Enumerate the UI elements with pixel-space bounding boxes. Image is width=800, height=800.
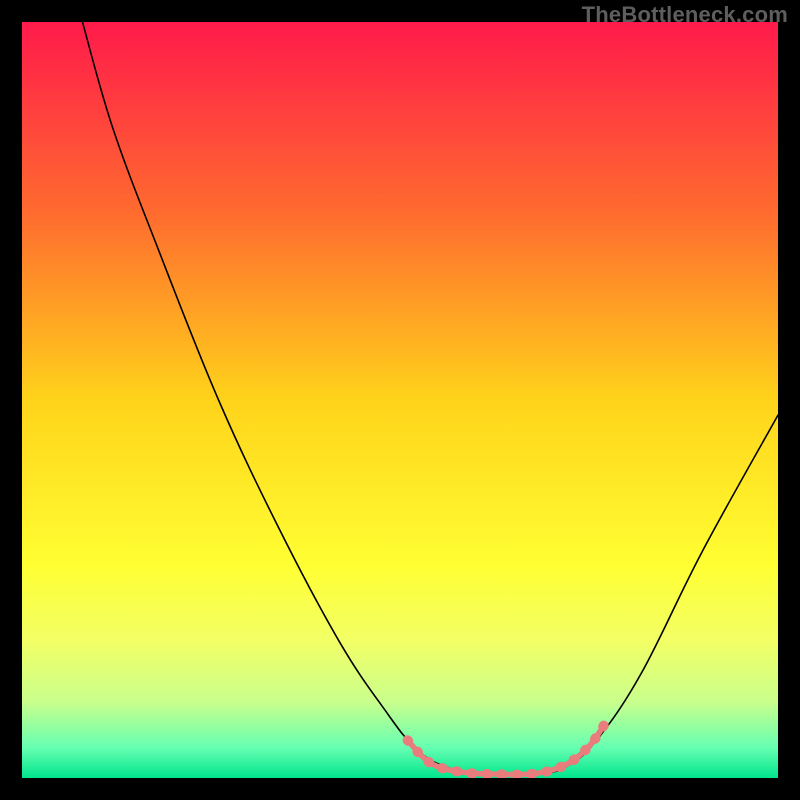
watermark-label: TheBottleneck.com xyxy=(582,2,788,28)
gradient-background xyxy=(22,22,778,778)
chart-svg xyxy=(22,22,778,778)
chart-plot-area xyxy=(22,22,778,778)
chart-frame: TheBottleneck.com xyxy=(0,0,800,800)
